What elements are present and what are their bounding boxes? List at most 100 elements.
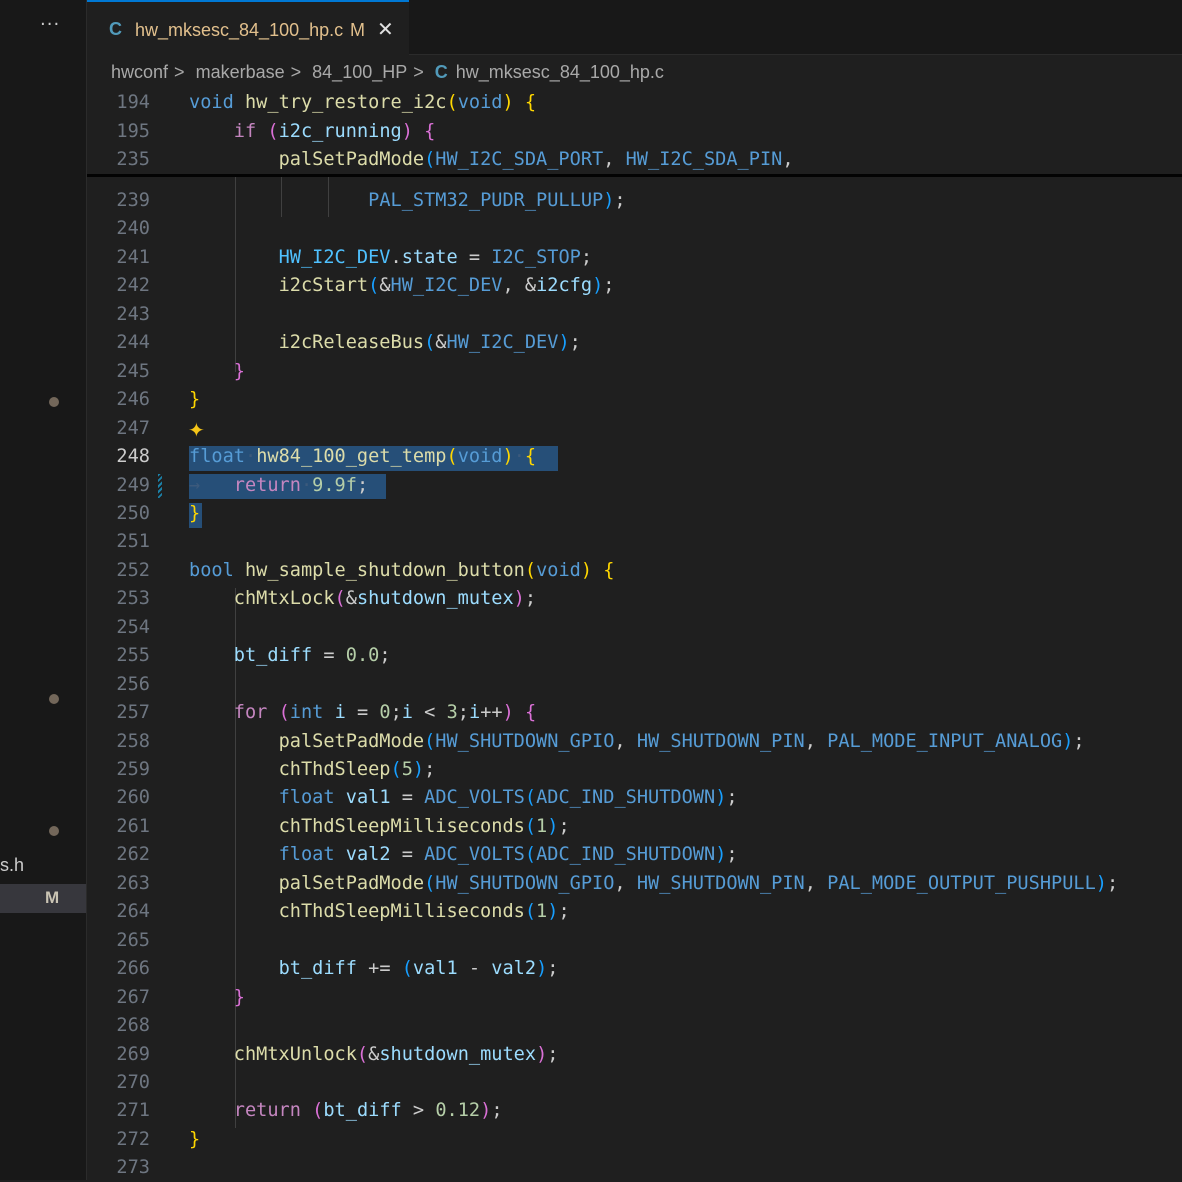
code-token: ,	[804, 872, 828, 894]
code-token: }	[189, 502, 201, 524]
line-number[interactable]: 195	[87, 118, 150, 146]
line-number[interactable]: 261	[87, 813, 150, 841]
sticky-line: 195 if (i2c_running) {	[87, 118, 1182, 146]
code-token: &	[368, 1043, 380, 1065]
line-number[interactable]: 242	[87, 272, 150, 300]
line-number[interactable]: 259	[87, 756, 150, 784]
code-token: ;	[524, 588, 537, 610]
line-number[interactable]: 273	[87, 1154, 150, 1182]
line-number[interactable]: 262	[87, 841, 150, 869]
code-token: int	[289, 702, 324, 724]
line-number[interactable]: 258	[87, 728, 150, 756]
line-number[interactable]: 255	[87, 642, 150, 670]
line-number[interactable]: 246	[87, 386, 150, 414]
code-token: 0.12	[435, 1100, 481, 1122]
line-number[interactable]: 239	[87, 187, 150, 215]
line-number[interactable]: 245	[87, 358, 150, 386]
line-number[interactable]: 240	[87, 215, 150, 243]
code-line: 254	[87, 614, 1182, 642]
code-token: )	[603, 190, 615, 211]
explorer-selected-row[interactable]: M	[0, 884, 86, 913]
code-token: chMtxUnlock	[233, 1043, 357, 1065]
line-number[interactable]: 252	[87, 557, 150, 585]
line-number[interactable]: 235	[87, 146, 150, 174]
line-content: chMtxUnlock(&shutdown_mutex);	[189, 1041, 559, 1069]
explorer-file-fragment[interactable]: s.h	[0, 855, 24, 876]
code-token: ;	[558, 815, 570, 837]
code-token: i2c_running	[278, 120, 402, 142]
line-number[interactable]: 194	[87, 89, 150, 117]
line-number[interactable]: 269	[87, 1041, 150, 1069]
line-number[interactable]: 263	[87, 870, 150, 898]
code-token: (	[524, 901, 537, 923]
line-number[interactable]: 241	[87, 244, 150, 272]
code-token: (	[356, 1043, 369, 1065]
code-token: i2cReleaseBus	[278, 332, 425, 354]
line-number[interactable]: 266	[87, 955, 150, 983]
code-token: for	[233, 702, 268, 724]
code-line: 239 PAL_STM32_PUDR_PULLUP);	[87, 187, 1182, 215]
line-number[interactable]: 270	[87, 1069, 150, 1097]
code-token: -	[457, 958, 492, 980]
line-content: float·hw84_100_get_temp(void)·{	[189, 443, 536, 471]
line-number[interactable]: 271	[87, 1097, 150, 1125]
code-token: 0	[379, 702, 391, 724]
line-number[interactable]: 247	[87, 415, 150, 443]
line-number[interactable]: 248	[87, 443, 150, 471]
code-token: chThdSleep	[278, 759, 391, 780]
line-content: float val2 = ADC_VOLTS(ADC_IND_SHUTDOWN)…	[189, 841, 738, 869]
line-number[interactable]: 267	[87, 984, 150, 1012]
line-number[interactable]: 257	[87, 699, 150, 727]
line-number[interactable]: 265	[87, 927, 150, 955]
code-token: ;	[558, 901, 570, 923]
code-editor[interactable]: 239 PAL_STM32_PUDR_PULLUP); 240 241 HW_I2C…	[87, 0, 1182, 1180]
line-number[interactable]: 251	[87, 528, 150, 556]
code-token: ;	[379, 645, 391, 667]
code-token: (	[267, 120, 279, 142]
code-token: palSetPadMode	[278, 730, 425, 752]
code-token: ·	[300, 474, 313, 496]
line-number[interactable]: 250	[87, 500, 150, 528]
line-number[interactable]: 264	[87, 898, 150, 926]
code-token: 1	[536, 901, 548, 923]
line-number[interactable]: 256	[87, 671, 150, 699]
line-number[interactable]: 268	[87, 1012, 150, 1040]
line-number[interactable]: 260	[87, 784, 150, 812]
line-number[interactable]: 244	[87, 329, 150, 357]
code-token: &	[379, 275, 391, 297]
code-token: ,	[804, 730, 828, 752]
code-token: HW_I2C_DEV	[446, 332, 559, 354]
code-line: 271 return (bt_diff > 0.12);	[87, 1097, 1182, 1125]
code-token: val1	[345, 787, 391, 809]
code-token: (	[424, 872, 436, 894]
code-line: 242 i2cStart(&HW_I2C_DEV, &i2cfg);	[87, 272, 1182, 300]
more-actions-icon[interactable]: ···	[40, 14, 60, 35]
code-token: )	[547, 815, 559, 837]
line-number[interactable]: 249	[87, 472, 150, 500]
code-token: , &	[502, 275, 537, 297]
sparkle-icon[interactable]: ✦	[188, 418, 205, 442]
code-token: )	[715, 844, 727, 866]
code-token: )	[558, 332, 570, 354]
sticky-line: 194 void hw_try_restore_i2c(void) {	[87, 89, 1182, 117]
code-token: 3	[446, 702, 458, 724]
code-token: return	[233, 1100, 301, 1122]
code-token: PAL_MODE_INPUT_ANALOG	[827, 730, 1063, 752]
line-number[interactable]: 243	[87, 301, 150, 329]
line-number[interactable]: 272	[87, 1126, 150, 1154]
code-token: val2	[345, 844, 391, 866]
line-number[interactable]: 254	[87, 614, 150, 642]
sticky-scroll[interactable]: 194 void hw_try_restore_i2c(void) {195 if…	[87, 88, 1182, 174]
code-line: 250}	[87, 500, 1182, 528]
code-token: ,	[614, 730, 637, 752]
line-number[interactable]: 253	[87, 585, 150, 613]
